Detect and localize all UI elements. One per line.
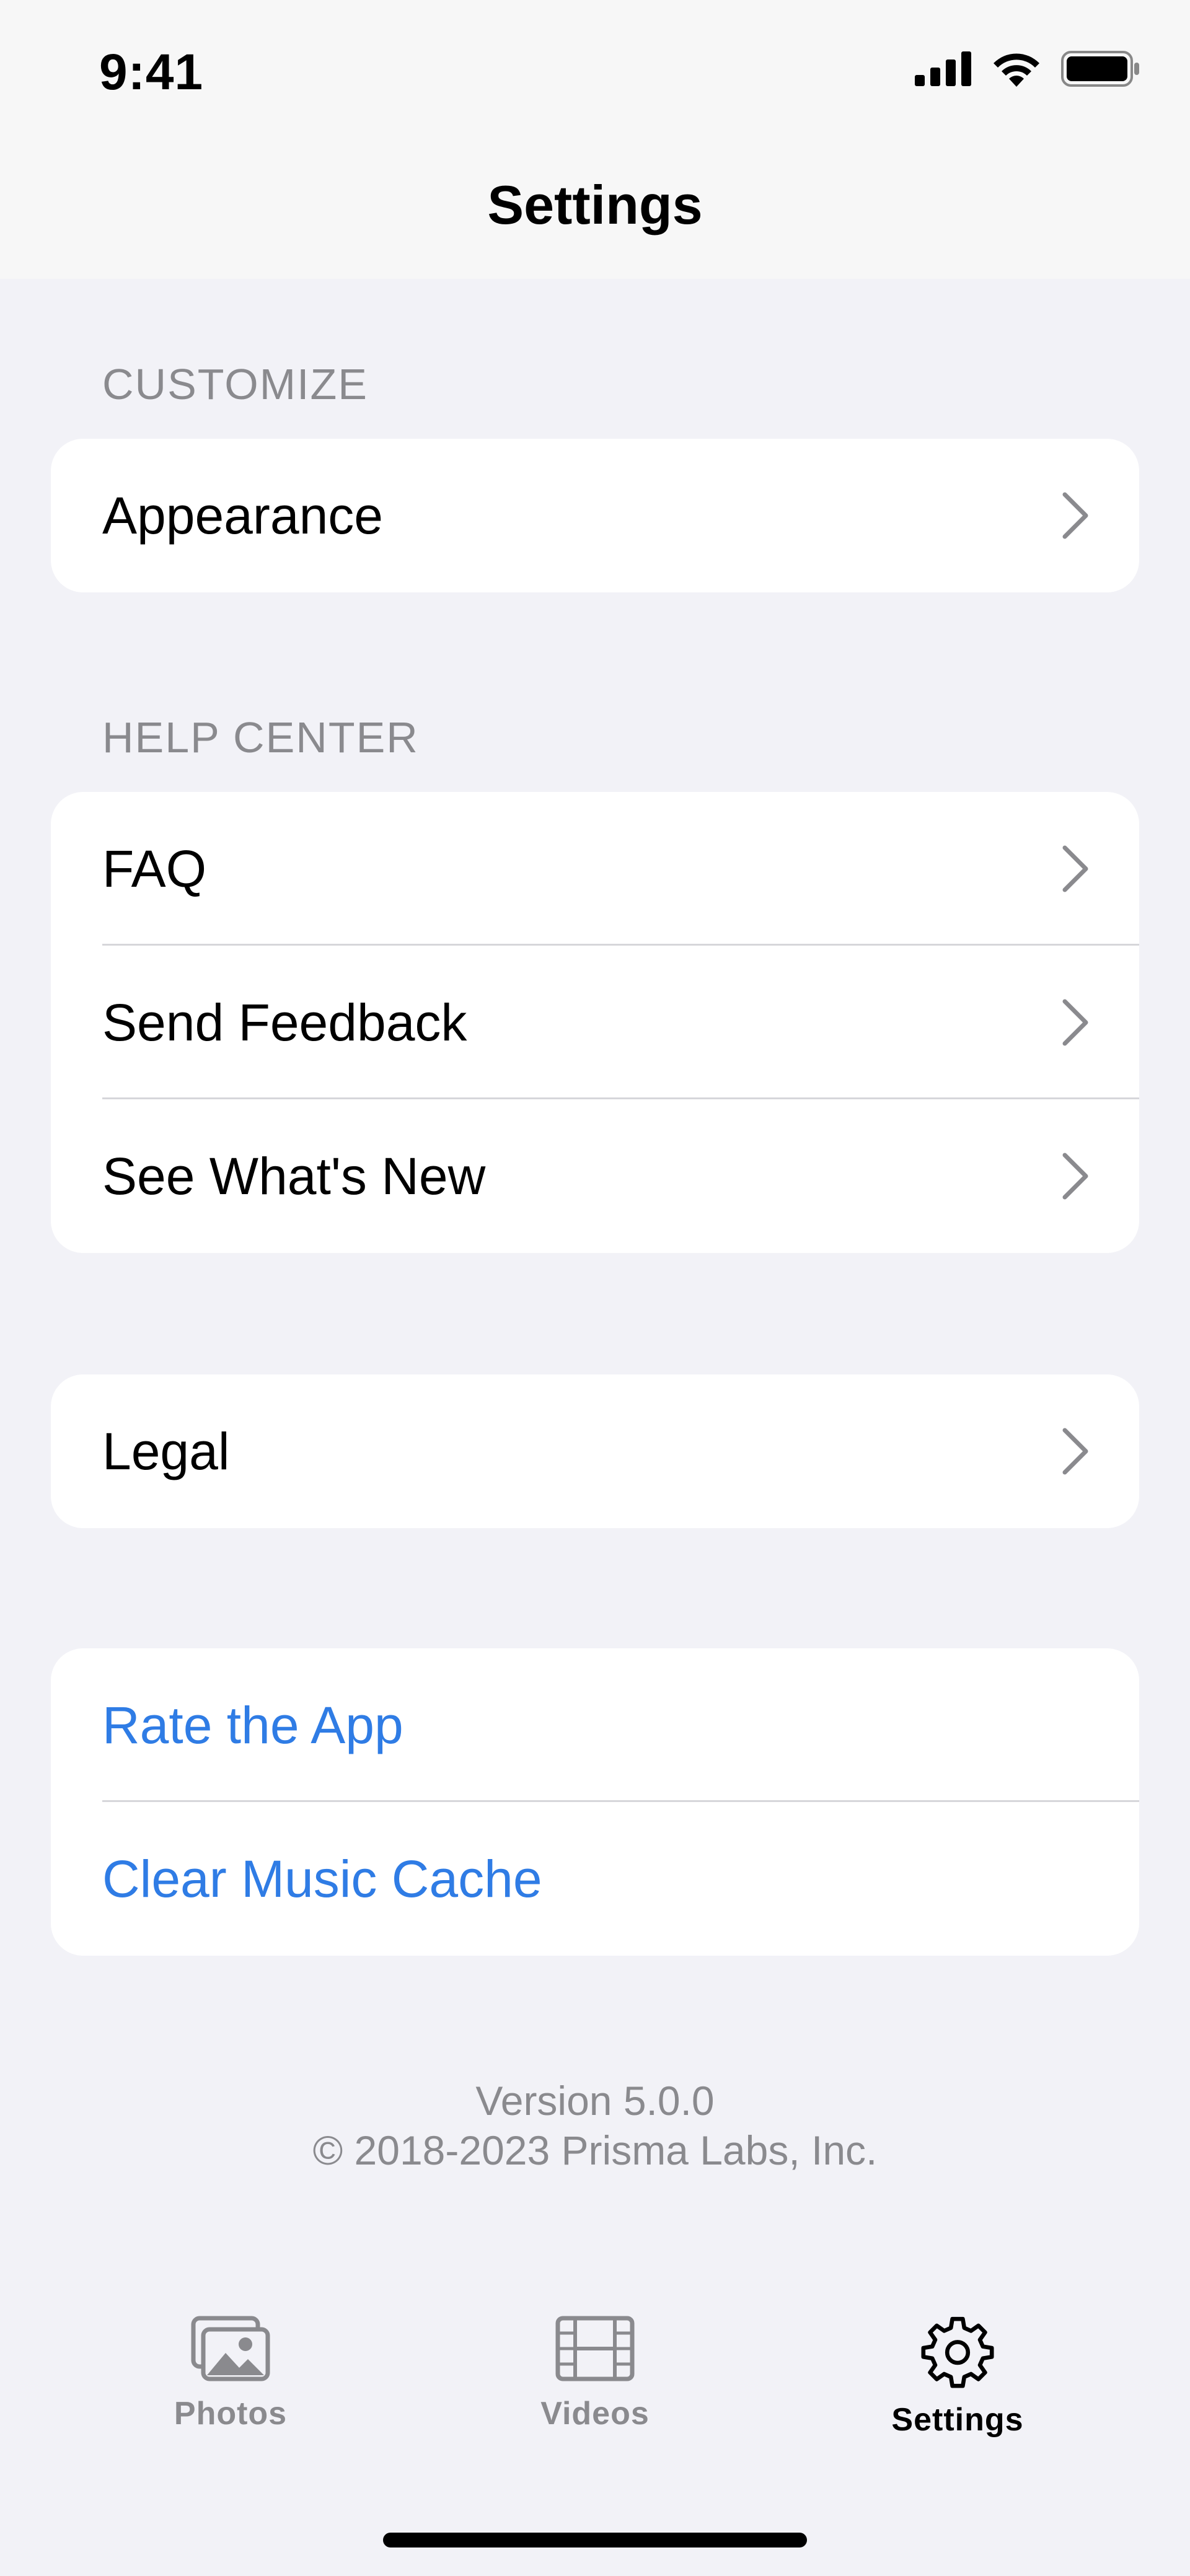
chevron-right-icon: [1062, 999, 1088, 1046]
row-appearance[interactable]: Appearance: [51, 439, 1139, 592]
tab-label-settings: Settings: [891, 2402, 1024, 2438]
home-indicator[interactable]: [383, 2533, 807, 2547]
group-customize: Appearance: [51, 439, 1139, 592]
tab-label-photos: Photos: [174, 2396, 288, 2432]
row-legal[interactable]: Legal: [51, 1374, 1139, 1528]
row-label-send-feedback: Send Feedback: [102, 993, 467, 1052]
navigation-bar: Settings: [0, 143, 1190, 279]
tab-videos[interactable]: Videos: [471, 2314, 719, 2432]
chevron-right-icon: [1062, 492, 1088, 539]
row-see-whats-new[interactable]: See What's New: [51, 1099, 1139, 1253]
copyright-text: © 2018-2023 Prisma Labs, Inc.: [312, 2127, 878, 2173]
status-time: 9:41: [99, 44, 204, 100]
cellular-signal-icon: [915, 51, 971, 86]
battery-icon: [1061, 51, 1139, 87]
rate-app-label: Rate the App: [102, 1695, 403, 1754]
row-label-see-whats-new: See What's New: [102, 1146, 486, 1205]
photos-icon: [191, 2316, 270, 2381]
row-faq[interactable]: FAQ: [51, 792, 1139, 946]
status-icons: [915, 51, 1140, 87]
rate-app-button[interactable]: Rate the App: [51, 1648, 1139, 1802]
group-help-center: FAQ Send Feedback See What's New: [51, 792, 1139, 1253]
group-actions: Rate the App Clear Music Cache: [51, 1648, 1139, 1956]
row-label-legal: Legal: [102, 1422, 230, 1480]
row-label-faq: FAQ: [102, 839, 207, 898]
status-bar: 9:41: [0, 0, 1190, 143]
clear-music-cache-label: Clear Music Cache: [102, 1849, 542, 1908]
row-send-feedback[interactable]: Send Feedback: [51, 946, 1139, 1099]
section-header-help-center: HELP CENTER: [102, 713, 419, 762]
gear-icon: [921, 2316, 994, 2388]
page-title: Settings: [487, 174, 703, 235]
tab-settings[interactable]: Settings: [834, 2314, 1082, 2438]
film-icon: [555, 2316, 635, 2381]
chevron-right-icon: [1062, 1428, 1088, 1475]
chevron-right-icon: [1062, 845, 1088, 892]
clear-music-cache-button[interactable]: Clear Music Cache: [51, 1802, 1139, 1956]
tab-label-videos: Videos: [540, 2396, 650, 2432]
tab-bar: Photos Videos Settings: [0, 2265, 1190, 2576]
row-label-appearance: Appearance: [102, 486, 384, 545]
tab-photos[interactable]: Photos: [107, 2314, 355, 2432]
wifi-icon: [994, 53, 1039, 87]
chevron-right-icon: [1062, 1153, 1088, 1200]
version-text: Version 5.0.0: [475, 2078, 715, 2124]
footer: Version 5.0.0 © 2018-2023 Prisma Labs, I…: [0, 2076, 1190, 2175]
group-legal: Legal: [51, 1374, 1139, 1528]
section-header-customize: CUSTOMIZE: [102, 360, 368, 408]
